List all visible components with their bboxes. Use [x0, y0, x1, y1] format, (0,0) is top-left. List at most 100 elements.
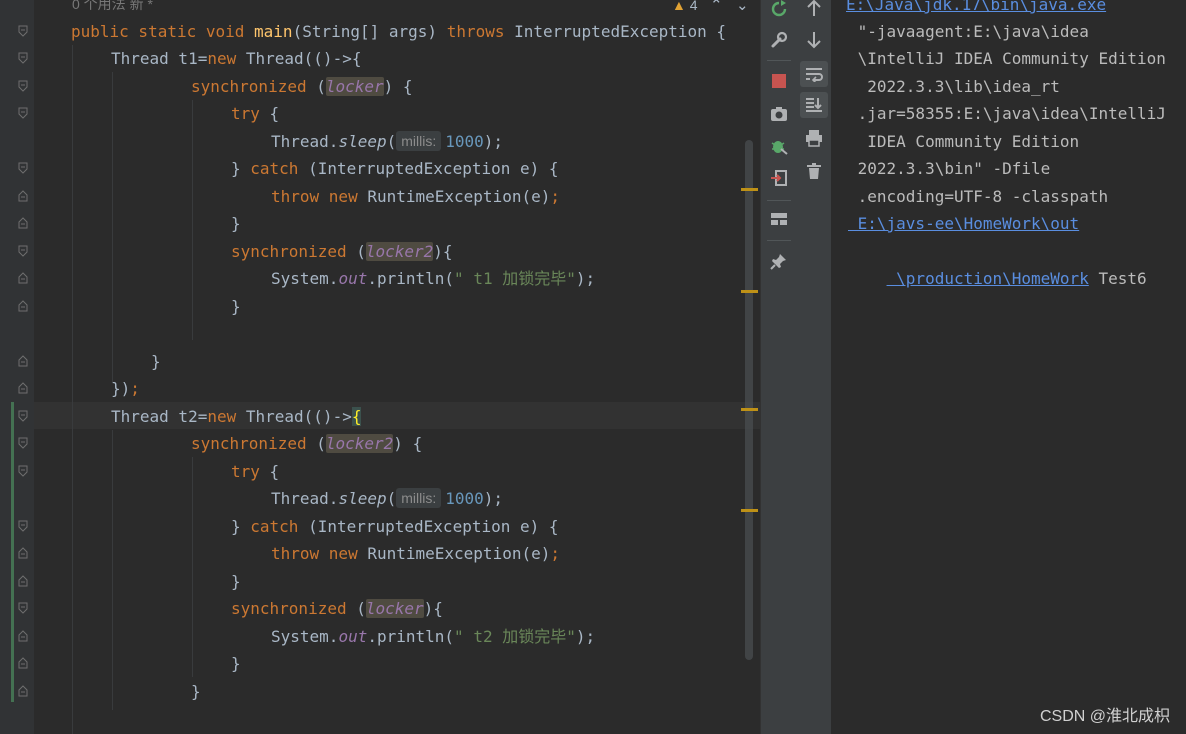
fold-end-icon[interactable]: [18, 547, 28, 559]
code-line[interactable]: synchronized (locker){: [231, 595, 443, 622]
change-marker[interactable]: [11, 402, 14, 702]
code-line[interactable]: Thread.sleep(millis: 1000);: [271, 128, 503, 155]
fold-start-icon[interactable]: [18, 410, 28, 422]
brace-match: {: [351, 407, 362, 426]
code-line[interactable]: try {: [231, 458, 279, 485]
usage-hint[interactable]: 0 个用法 新 *: [72, 0, 153, 14]
fold-start-icon[interactable]: [18, 520, 28, 532]
fold-end-icon[interactable]: [18, 190, 28, 202]
fold-start-icon[interactable]: [18, 52, 28, 64]
console-line: \IntelliJ IDEA Community Edition: [848, 49, 1166, 68]
editor-gutter[interactable]: [0, 0, 34, 734]
debug-icon[interactable]: [768, 135, 790, 157]
fold-end-icon[interactable]: [18, 272, 28, 284]
warning-marker[interactable]: [741, 188, 758, 191]
code-line[interactable]: throw new RuntimeException(e);: [271, 540, 560, 567]
code-line[interactable]: try {: [231, 100, 279, 127]
code-line[interactable]: });: [111, 375, 140, 402]
warning-marker[interactable]: [741, 408, 758, 411]
fold-end-icon[interactable]: [18, 575, 28, 587]
code-token: InterruptedException {: [504, 22, 727, 41]
code-line[interactable]: System.out.println(" t1 加锁完毕");: [271, 265, 595, 292]
code-token: );: [575, 627, 596, 646]
console-line: "-javaagent:E:\java\idea: [848, 22, 1089, 41]
fold-start-icon[interactable]: [18, 437, 28, 449]
fold-start-icon[interactable]: [18, 602, 28, 614]
warning-indicator[interactable]: ▲ 4: [672, 0, 698, 13]
code-line[interactable]: synchronized (locker2){: [231, 238, 453, 265]
fold-start-icon[interactable]: [18, 107, 28, 119]
console-link[interactable]: E:\javs-ee\HomeWork\out: [848, 210, 1080, 237]
fold-end-icon[interactable]: [18, 300, 28, 312]
code-token: ) {: [393, 434, 423, 453]
rerun-icon[interactable]: [768, 0, 790, 20]
trash-icon[interactable]: [803, 160, 825, 182]
fold-end-icon[interactable]: [18, 657, 28, 669]
code-line[interactable]: } catch (InterruptedException e) {: [231, 155, 559, 182]
camera-icon[interactable]: [768, 103, 790, 125]
fold-start-icon[interactable]: [18, 465, 28, 477]
code-token: (: [346, 599, 366, 618]
console-toolbar: [797, 0, 832, 734]
code-token: Thread(()->{: [236, 49, 362, 68]
fold-end-icon[interactable]: [18, 217, 28, 229]
code-token: throws: [446, 22, 505, 41]
code-line[interactable]: System.out.println(" t2 加锁完毕");: [271, 623, 595, 650]
editor-scrollbar[interactable]: [745, 140, 753, 660]
code-line[interactable]: Thread.sleep(millis: 1000);: [271, 485, 503, 512]
fold-start-icon[interactable]: [18, 25, 28, 37]
fold-start-icon[interactable]: [18, 80, 28, 92]
wrench-icon[interactable]: [768, 29, 790, 51]
fold-start-icon[interactable]: [18, 162, 28, 174]
layout-icon[interactable]: [768, 208, 790, 230]
warning-marker[interactable]: [741, 290, 758, 293]
fold-end-icon[interactable]: [18, 382, 28, 394]
code-line[interactable]: public static void main(String[] args) t…: [71, 18, 726, 45]
previous-highlight-icon[interactable]: ⌃: [710, 0, 723, 14]
code-token: out: [338, 269, 368, 288]
code-line[interactable]: synchronized (locker) {: [191, 73, 413, 100]
code-line[interactable]: }: [191, 678, 201, 705]
toolbar-separator: [767, 200, 791, 201]
stop-icon[interactable]: [768, 70, 790, 92]
toolbar-separator: [767, 60, 791, 61]
code-line[interactable]: }: [231, 210, 241, 237]
code-token: }: [231, 297, 241, 316]
code-line[interactable]: }: [231, 650, 241, 677]
fold-end-icon[interactable]: [18, 630, 28, 642]
code-token: .println(: [367, 269, 455, 288]
code-line[interactable]: Thread t2=new Thread(()->{: [111, 403, 362, 430]
code-token: Thread(()->: [236, 407, 352, 426]
print-icon[interactable]: [803, 127, 825, 149]
console-output[interactable]: E:\Java\jdk.17\bin\java.exe "-javaagent:…: [831, 0, 1186, 734]
fold-start-icon[interactable]: [18, 245, 28, 257]
console-main-class: Test6: [1088, 269, 1147, 288]
warning-marker[interactable]: [741, 509, 758, 512]
console-link[interactable]: E:\Java\jdk.17\bin\java.exe: [846, 0, 1106, 18]
code-line[interactable]: synchronized (locker2) {: [191, 430, 422, 457]
code-token: {: [259, 104, 280, 123]
code-line[interactable]: }: [231, 293, 241, 320]
code-editor[interactable]: 0 个用法 新 * ▲ 4 ⌃ ⌄ public static void mai…: [0, 0, 760, 734]
code-token: try: [231, 462, 260, 481]
indent-guide: [192, 457, 193, 677]
fold-end-icon[interactable]: [18, 355, 28, 367]
code-line[interactable]: }: [231, 568, 241, 595]
exit-icon[interactable]: [768, 167, 790, 189]
next-highlight-icon[interactable]: ⌄: [736, 0, 749, 14]
arrow-up-icon[interactable]: [803, 0, 825, 19]
soft-wrap-icon[interactable]: [800, 61, 828, 87]
code-line[interactable]: throw new RuntimeException(e);: [271, 183, 560, 210]
console-line: .encoding=UTF-8 -classpath: [848, 187, 1109, 206]
parameter-hint: millis:: [396, 488, 442, 508]
pin-icon[interactable]: [768, 250, 790, 272]
code-token: new: [207, 49, 237, 68]
code-line[interactable]: } catch (InterruptedException e) {: [231, 513, 559, 540]
code-line[interactable]: Thread t1=new Thread(()->{: [111, 45, 361, 72]
arrow-down-icon[interactable]: [803, 29, 825, 51]
console-link[interactable]: \production\HomeWork: [887, 269, 1089, 288]
code-line[interactable]: }: [151, 348, 161, 375]
code-token: }: [231, 517, 251, 536]
fold-end-icon[interactable]: [18, 685, 28, 697]
scroll-to-end-icon[interactable]: [800, 92, 828, 118]
